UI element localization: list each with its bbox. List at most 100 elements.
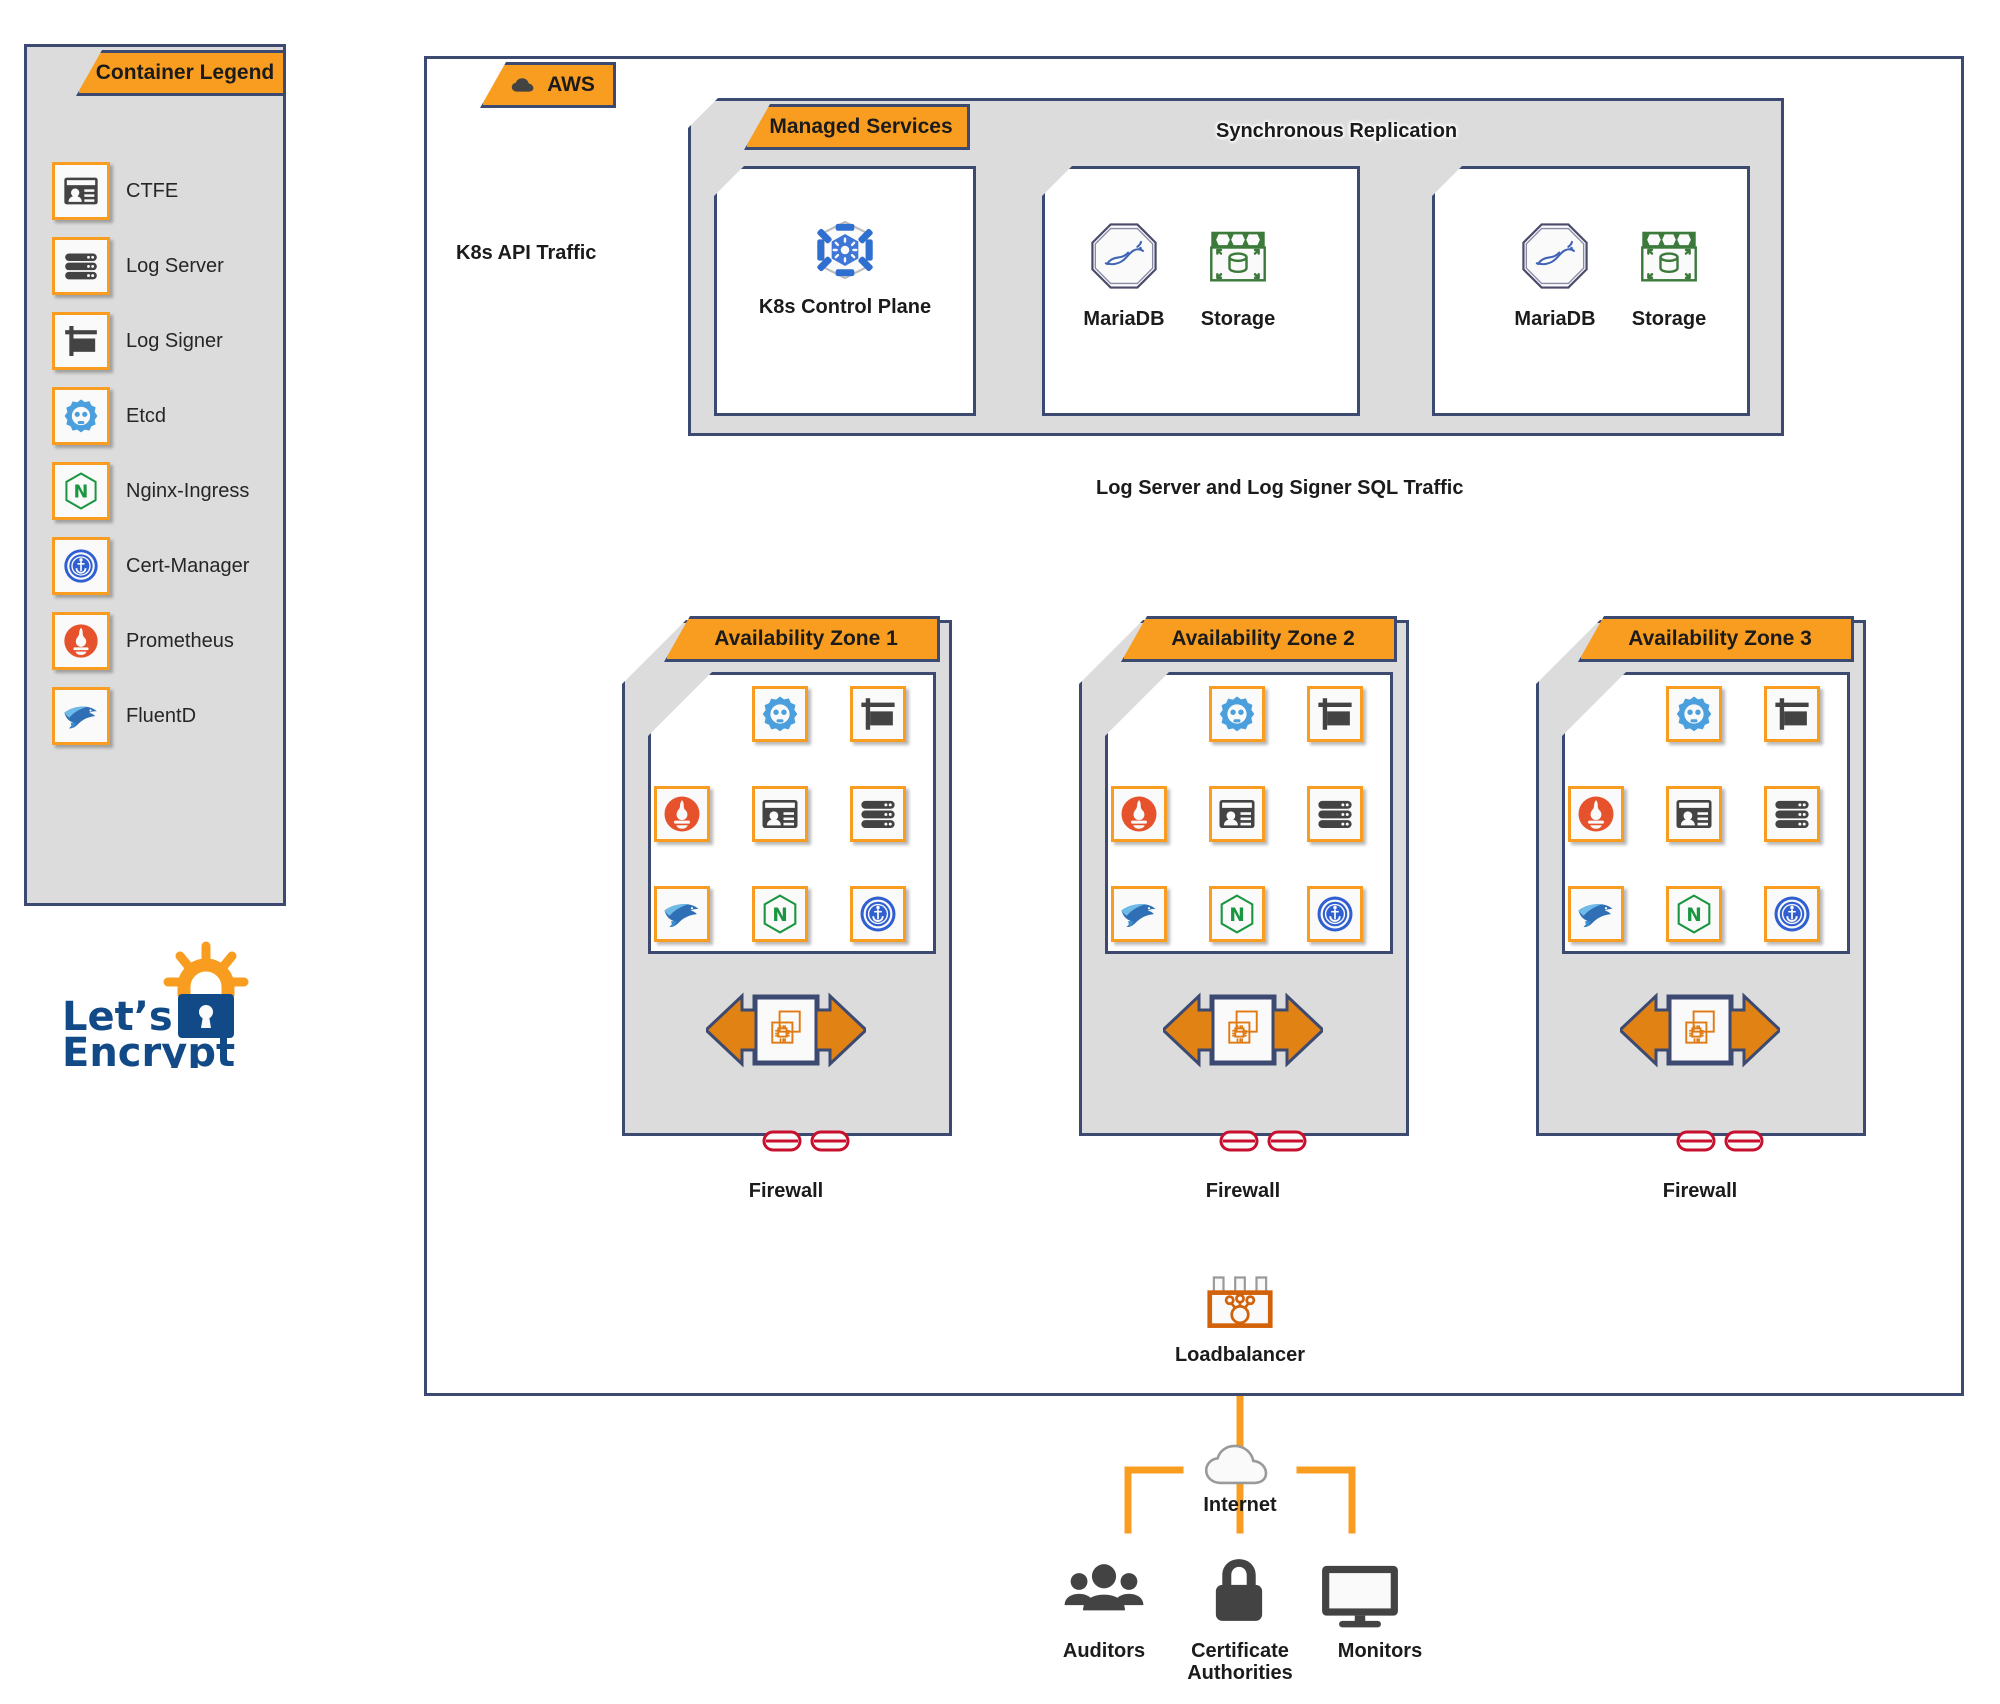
legend-label: FluentD xyxy=(126,705,196,728)
legend-item-nginx-ingress[interactable]: Nginx-Ingress xyxy=(52,462,249,520)
internet-label: Internet xyxy=(1160,1494,1320,1517)
availability-zone-1-title: Availability Zone 1 xyxy=(714,627,898,651)
legend-item-fluentd[interactable]: FluentD xyxy=(52,687,196,745)
fluentd-icon xyxy=(52,687,110,745)
nginx-ingress-icon[interactable] xyxy=(1666,886,1722,942)
lets-encrypt-logo: Let’s Encrypt xyxy=(60,938,260,1068)
log-signer-icon[interactable] xyxy=(1764,686,1820,742)
firewall-bricks-1 xyxy=(762,1128,852,1154)
cert-manager-icon[interactable] xyxy=(1307,886,1363,942)
legend-item-log-signer[interactable]: Log Signer xyxy=(52,312,223,370)
mariadb-label-1: MariaDB xyxy=(1060,308,1188,331)
storage-icon xyxy=(1635,222,1703,290)
k8s-control-plane-node: K8s Control Plane xyxy=(714,218,976,319)
storage-label-2: Storage xyxy=(1611,308,1727,331)
fluentd-icon[interactable] xyxy=(1568,886,1624,942)
availability-zone-2-tab: Availability Zone 2 xyxy=(1121,616,1397,662)
firewall-2[interactable] xyxy=(1163,986,1303,1076)
cloud-icon xyxy=(509,76,539,95)
firewall-1[interactable] xyxy=(706,986,846,1076)
kubernetes-icon xyxy=(813,218,877,282)
cloud-icon xyxy=(1198,1440,1282,1492)
log-signer-icon[interactable] xyxy=(850,686,906,742)
k8s-control-plane-label: K8s Control Plane xyxy=(759,296,931,319)
ctfe-icon[interactable] xyxy=(1209,786,1265,842)
loadbalancer-label: Loadbalancer xyxy=(1140,1344,1340,1367)
cert-manager-icon[interactable] xyxy=(1764,886,1820,942)
legend-item-cert-manager[interactable]: Cert-Manager xyxy=(52,537,249,595)
log-server-icon xyxy=(52,237,110,295)
storage-node-2 xyxy=(1635,222,1703,290)
legend-item-etcd[interactable]: Etcd xyxy=(52,387,166,445)
synchronous-replication-label: Synchronous Replication xyxy=(1216,120,1457,143)
etcd-icon[interactable] xyxy=(752,686,808,742)
firewall-label-1: Firewall xyxy=(708,1180,864,1203)
mariadb-seal-icon xyxy=(1521,222,1589,290)
prometheus-icon xyxy=(52,612,110,670)
ctfe-icon[interactable] xyxy=(1666,786,1722,842)
nginx-ingress-icon[interactable] xyxy=(1209,886,1265,942)
k8s-api-traffic-label: K8s API Traffic xyxy=(456,242,596,265)
nginx-ingress-icon xyxy=(52,462,110,520)
monitors-label: Monitors xyxy=(1300,1640,1460,1663)
legend-title: Container Legend xyxy=(96,61,275,85)
auditors-node[interactable] xyxy=(1062,1560,1146,1624)
users-icon xyxy=(1062,1560,1146,1624)
managed-services-title: Managed Services xyxy=(769,115,952,139)
mariadb-label-2: MariaDB xyxy=(1491,308,1619,331)
availability-zone-1-tab: Availability Zone 1 xyxy=(664,616,940,662)
availability-zone-3-tab: Availability Zone 3 xyxy=(1578,616,1854,662)
mariadb-seal-icon xyxy=(1090,222,1158,290)
fluentd-icon[interactable] xyxy=(1111,886,1167,942)
availability-zone-3-title: Availability Zone 3 xyxy=(1628,627,1812,651)
padlock-icon xyxy=(1208,1554,1270,1626)
ctfe-icon xyxy=(52,162,110,220)
lets-encrypt-text-2: Encrypt xyxy=(62,1030,235,1068)
firewall-3[interactable] xyxy=(1620,986,1760,1076)
certificate-authorities-node[interactable] xyxy=(1208,1554,1270,1626)
legend-label: Etcd xyxy=(126,405,166,428)
sql-traffic-label: Log Server and Log Signer SQL Traffic xyxy=(1096,477,1463,500)
etcd-icon[interactable] xyxy=(1666,686,1722,742)
prometheus-icon[interactable] xyxy=(1568,786,1624,842)
legend-label: Log Server xyxy=(126,255,224,278)
log-server-icon[interactable] xyxy=(1307,786,1363,842)
monitors-node[interactable] xyxy=(1318,1562,1402,1630)
legend-item-prometheus[interactable]: Prometheus xyxy=(52,612,234,670)
loadbalancer-node[interactable] xyxy=(1196,1272,1284,1338)
cert-manager-icon xyxy=(52,537,110,595)
legend-label: CTFE xyxy=(126,180,178,203)
log-server-icon[interactable] xyxy=(1764,786,1820,842)
legend-label: Cert-Manager xyxy=(126,555,249,578)
mariadb-cluster-1-box xyxy=(1042,166,1360,416)
availability-zone-2-title: Availability Zone 2 xyxy=(1171,627,1355,651)
log-signer-icon[interactable] xyxy=(1307,686,1363,742)
managed-services-tab: Managed Services xyxy=(744,104,970,150)
storage-node-1 xyxy=(1204,222,1272,290)
legend-label: Nginx-Ingress xyxy=(126,480,249,503)
etcd-icon[interactable] xyxy=(1209,686,1265,742)
loadbalancer-icon xyxy=(1196,1272,1284,1338)
firewall-bricks-2 xyxy=(1219,1128,1309,1154)
firewall-bricks-3 xyxy=(1676,1128,1766,1154)
prometheus-icon[interactable] xyxy=(654,786,710,842)
log-signer-icon xyxy=(52,312,110,370)
firewall-label-3: Firewall xyxy=(1622,1180,1778,1203)
legend-label: Log Signer xyxy=(126,330,223,353)
legend-item-ctfe[interactable]: CTFE xyxy=(52,162,178,220)
cert-manager-icon[interactable] xyxy=(850,886,906,942)
nginx-ingress-icon[interactable] xyxy=(752,886,808,942)
firewall-label-2: Firewall xyxy=(1165,1180,1321,1203)
legend-item-log-server[interactable]: Log Server xyxy=(52,237,224,295)
internet-node xyxy=(1198,1440,1282,1492)
storage-icon xyxy=(1204,222,1272,290)
ctfe-icon[interactable] xyxy=(752,786,808,842)
prometheus-icon[interactable] xyxy=(1111,786,1167,842)
log-server-icon[interactable] xyxy=(850,786,906,842)
etcd-icon xyxy=(52,387,110,445)
legend-label: Prometheus xyxy=(126,630,234,653)
mariadb-node-1 xyxy=(1090,222,1158,290)
legend-tab: Container Legend xyxy=(76,50,286,96)
aws-tab-label: AWS xyxy=(547,73,595,97)
fluentd-icon[interactable] xyxy=(654,886,710,942)
